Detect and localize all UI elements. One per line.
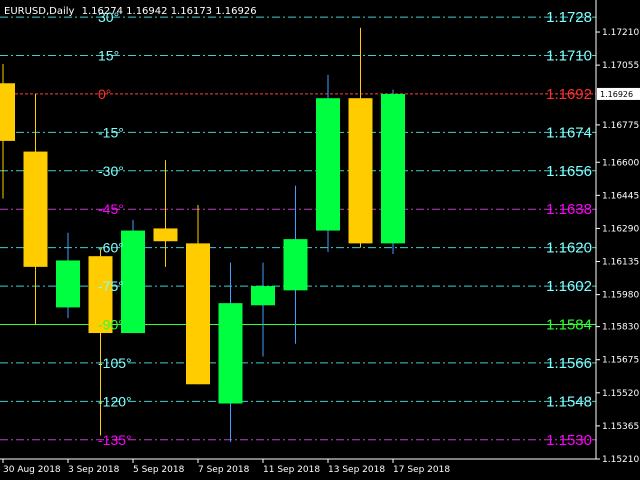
- price-tick-label: 1.16445: [602, 191, 639, 201]
- candle-body: [381, 93, 405, 244]
- candle-body: [251, 286, 275, 306]
- price-tick-label: 1.16135: [602, 258, 639, 268]
- candle-body: [316, 98, 340, 231]
- gann-price-label: 1.1728: [546, 9, 592, 26]
- symbol-label: EURUSD,Daily: [4, 6, 75, 17]
- time-tick-label: 13 Sep 2018: [328, 465, 385, 475]
- gann-angle-label: -30°: [98, 163, 124, 179]
- gann-angle-label: -135°: [98, 432, 132, 448]
- gann-price-label: 1.1602: [546, 278, 592, 295]
- gann-price-label: 1.1530: [546, 432, 592, 449]
- candle-body: [186, 243, 210, 385]
- gann-angle-label: 0°: [98, 86, 111, 102]
- gann-price-label: 1.1620: [546, 240, 592, 257]
- time-tick-label: 11 Sep 2018: [263, 465, 320, 475]
- candle-body: [0, 83, 15, 141]
- time-tick-label: 30 Aug 2018: [3, 465, 61, 475]
- price-tick-label: 1.15830: [602, 323, 639, 333]
- gann-price-label: 1.1710: [546, 48, 592, 65]
- price-tick-label: 1.15520: [602, 389, 639, 399]
- candle-body: [153, 228, 178, 242]
- chart-header: EURUSD,Daily 1.16274 1.16942 1.16173 1.1…: [4, 6, 257, 17]
- gann-price-label: 1.1656: [546, 163, 592, 180]
- ohlc-label: 1.16274 1.16942 1.16173 1.16926: [82, 6, 257, 17]
- gann-angle-label: -105°: [98, 355, 132, 371]
- gann-angle-label: 15°: [98, 48, 119, 64]
- current-price-marker: 1.16926: [597, 87, 640, 100]
- chart-background: [0, 0, 640, 480]
- price-tick-label: 1.17055: [602, 61, 639, 71]
- time-tick-label: 3 Sep 2018: [68, 465, 120, 475]
- price-tick-label: 1.16775: [602, 121, 639, 131]
- current-price-label: 1.16926: [600, 90, 633, 99]
- gann-price-label: 1.1566: [546, 355, 592, 372]
- time-tick-label: 17 Sep 2018: [393, 465, 450, 475]
- candle-body: [56, 260, 80, 308]
- time-tick-label: 5 Sep 2018: [133, 465, 185, 475]
- gann-angle-label: -90°: [98, 317, 124, 333]
- price-tick-label: 1.16290: [602, 224, 639, 234]
- price-tick-label: 1.15210: [602, 455, 639, 465]
- gann-angle-label: -75°: [98, 278, 124, 294]
- candle-body: [348, 98, 373, 244]
- candle-body: [121, 230, 145, 334]
- gann-price-label: 1.1674: [546, 124, 592, 141]
- candle-body: [23, 151, 48, 267]
- price-chart[interactable]: 30° 1.172815° 1.17100° 1.1692-15° 1.1674-30°…: [0, 0, 640, 480]
- gann-angle-label: -15°: [98, 124, 124, 140]
- price-tick-label: 1.15365: [602, 422, 639, 432]
- gann-angle-label: -120°: [98, 393, 132, 409]
- gann-price-label: 1.1584: [546, 317, 592, 334]
- candle-body: [283, 239, 308, 291]
- price-tick-label: 1.15675: [602, 356, 639, 366]
- candle-body: [218, 303, 243, 404]
- gann-price-label: 1.1548: [546, 393, 592, 410]
- gann-price-label: 1.1692: [546, 86, 592, 103]
- price-tick-label: 1.15980: [602, 291, 639, 301]
- gann-angle-label: -45°: [98, 201, 124, 217]
- price-tick-label: 1.16600: [602, 158, 639, 168]
- gann-angle-label: -60°: [98, 240, 124, 256]
- price-tick-label: 1.17210: [602, 28, 639, 38]
- gann-price-label: 1.1638: [546, 201, 592, 218]
- time-tick-label: 7 Sep 2018: [198, 465, 250, 475]
